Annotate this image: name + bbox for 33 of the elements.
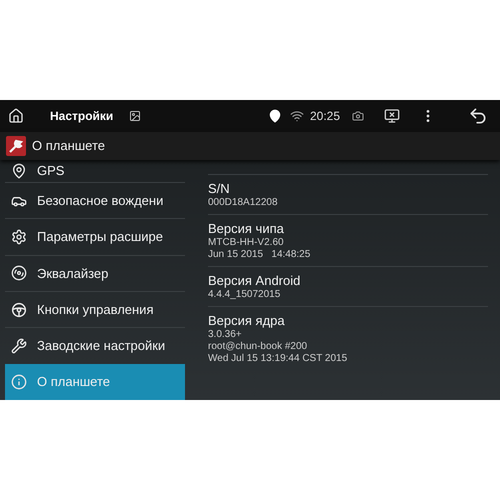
sidebar-item[interactable]: Эквалайзер	[5, 254, 185, 291]
wifi-icon	[290, 109, 304, 123]
info-title: Версия Android	[208, 272, 302, 289]
wrench-icon	[11, 338, 27, 354]
speaker-icon	[11, 265, 27, 282]
wrench-icon	[6, 136, 26, 156]
info-value: 3.0.36+	[208, 329, 243, 341]
info-value: 4.4.4_15072015	[208, 289, 282, 301]
info-title: Версия чипа	[208, 220, 285, 237]
location-pin-icon	[11, 162, 27, 179]
info-title: Версия ядра	[208, 312, 286, 329]
clock-time: 20:25	[310, 108, 340, 125]
info-title: S/N	[208, 180, 231, 197]
page-title: О планшете	[32, 137, 106, 156]
steering-wheel-icon	[11, 302, 27, 318]
sidebar-item[interactable]: Безопасное вождени	[5, 182, 185, 218]
image-icon	[129, 110, 142, 122]
back-icon[interactable]	[468, 106, 488, 126]
info-value: Wed Jul 15 13:19:44 CST 2015	[208, 353, 348, 365]
action-bar-title: Настройки	[50, 108, 114, 125]
info-value: root@chun-book #200	[208, 341, 308, 353]
sidebar-item[interactable]: GPS	[5, 160, 185, 182]
settings-icon	[11, 228, 27, 245]
info-value: 000D18A12208	[208, 197, 279, 209]
camera-icon[interactable]	[352, 110, 364, 122]
info-icon	[11, 374, 27, 390]
info-value: MTCB-HH-V2.60	[208, 237, 285, 249]
home-icon[interactable]	[8, 108, 24, 124]
sidebar-item[interactable]: Параметры расшире	[5, 218, 185, 255]
location-pin-icon	[268, 109, 282, 123]
screen-icon[interactable]	[384, 108, 400, 124]
sidebar-item[interactable]: Кнопки управления	[5, 290, 185, 328]
info-value: Jun 15 2015 14:48:25	[208, 249, 312, 261]
